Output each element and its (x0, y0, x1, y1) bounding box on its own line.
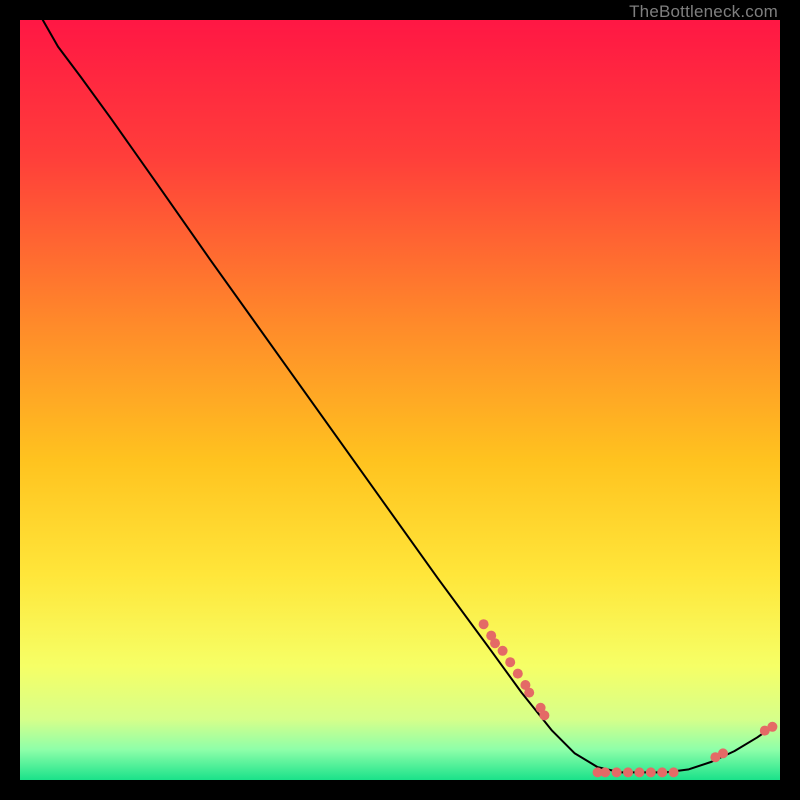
attribution-text: TheBottleneck.com (629, 2, 778, 22)
chart-plot-area (20, 20, 780, 780)
data-marker (505, 657, 515, 667)
data-marker (600, 767, 610, 777)
data-marker (498, 646, 508, 656)
data-marker (646, 767, 656, 777)
data-marker (513, 669, 523, 679)
chart-svg (20, 20, 780, 780)
data-marker (539, 710, 549, 720)
data-marker (479, 619, 489, 629)
data-marker (490, 638, 500, 648)
chart-background-gradient (20, 20, 780, 780)
data-marker (657, 767, 667, 777)
data-marker (669, 767, 679, 777)
data-marker (524, 688, 534, 698)
data-marker (612, 767, 622, 777)
data-marker (767, 722, 777, 732)
data-marker (623, 767, 633, 777)
data-marker (634, 767, 644, 777)
data-marker (718, 748, 728, 758)
